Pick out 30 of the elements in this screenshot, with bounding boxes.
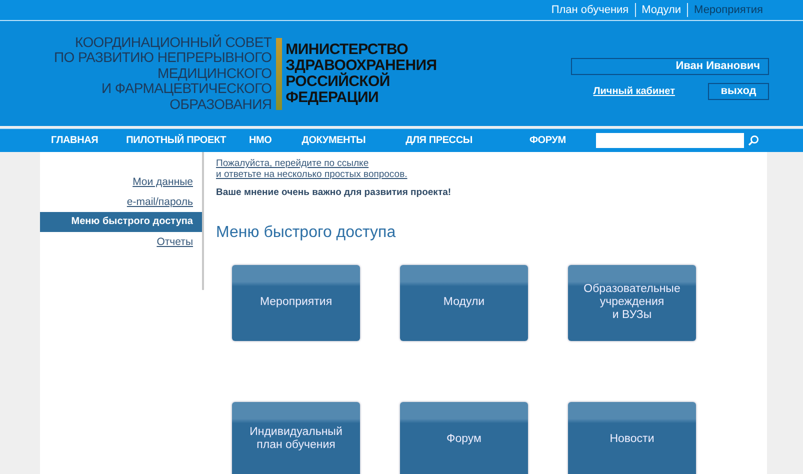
quick-access-tile[interactable]: Новости [568,402,696,474]
quick-access-tile[interactable]: Индивидуальный план обучения [232,402,360,474]
top-link[interactable]: Мероприятия [687,3,769,17]
sidebar-link[interactable]: Мои данные [40,172,202,192]
quick-access-tile[interactable]: Образовательные учреждения и ВУЗы [568,265,696,341]
survey-link[interactable]: Пожалуйста, перейдите по ссылке и ответьте на несколько простых вопросов. [216,158,767,180]
cabinet-link[interactable]: Личный кабинет [593,86,675,96]
council-logo-text: КООРДИНАЦИОННЫЙ СОВЕТ ПО РАЗВИТИЮ НЕПРЕРЫВНОГО МЕДИЦИНСКОГО И ФАРМАЦЕВТИЧЕСКОГО ОБРАЗОВАНИЯ [54,34,272,112]
search-field[interactable] [596,133,744,148]
quick-access-tile[interactable]: Модули [400,265,528,341]
nav-link[interactable]: НМО [249,135,272,146]
ministry-logo-text: МИНИСТЕРСТВО ЗДРАВООХРАНЕНИЯ РОССИЙСКОЙ ФЕДЕРАЦИИ [286,42,437,106]
nav-link[interactable]: ДЛЯ ПРЕССЫ [406,135,472,146]
nav-link[interactable]: ДОКУМЕНТЫ [302,135,366,146]
quick-access-tile[interactable]: Форум [400,402,528,474]
logout-button[interactable]: выход [708,82,769,100]
sidebar-link[interactable]: Меню быстрого доступа [40,212,202,232]
nav-link[interactable]: ФОРУМ [529,135,566,146]
top-link[interactable]: Модули [634,3,688,17]
page-heading: Меню быстрого доступа [216,224,397,242]
sidebar-link[interactable]: e-mail/пароль [40,192,202,212]
logo-bar [276,38,282,110]
nav-link[interactable]: ПИЛОТНЫЙ ПРОЕКТ [126,135,226,146]
user-name: Иван Иванович [571,58,769,74]
sidebar-link[interactable]: Отчеты [40,232,202,252]
quick-access-tile[interactable]: Мероприятия [232,265,360,341]
top-link[interactable]: План обучения [545,3,635,17]
search-icon [748,135,759,146]
survey-note: Ваше мнение очень важно для развития проекта! [216,187,452,198]
nav-link[interactable]: ГЛАВНАЯ [51,135,98,146]
